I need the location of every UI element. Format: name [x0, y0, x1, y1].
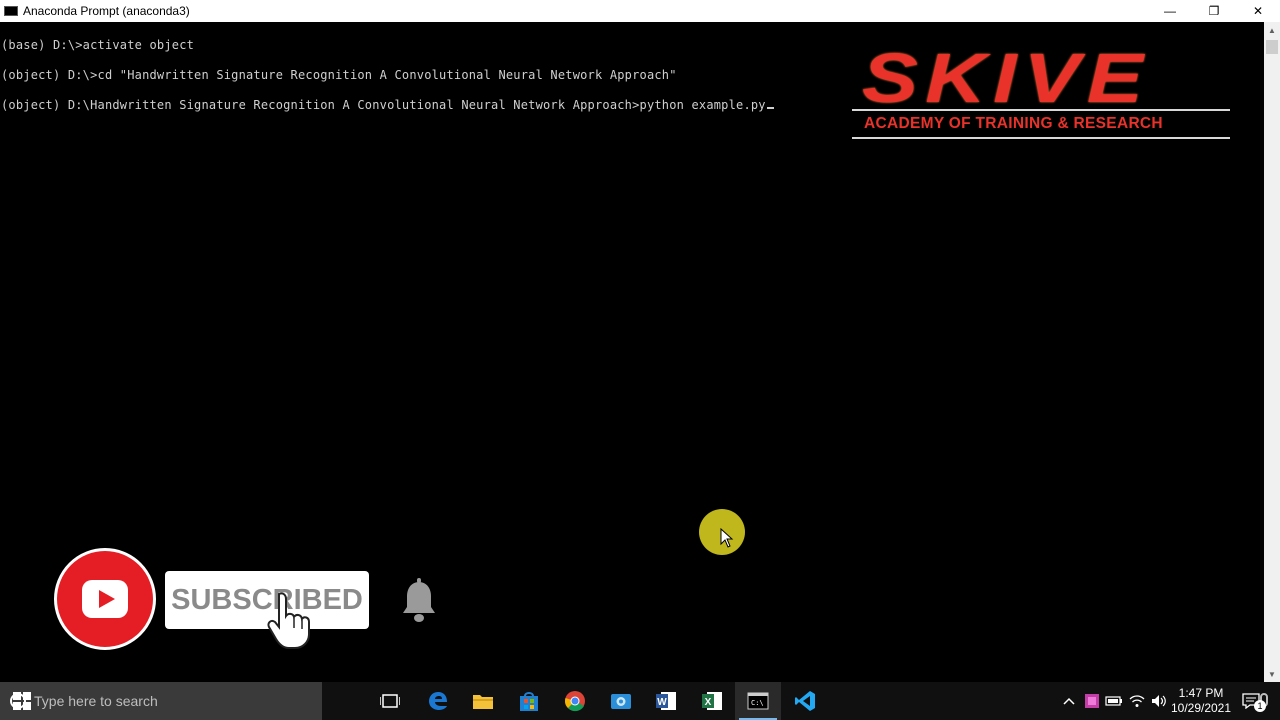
mouse-pointer-icon [720, 528, 734, 548]
minimize-button[interactable]: — [1148, 0, 1192, 22]
clock-date: 10/29/2021 [1170, 701, 1232, 715]
window-title-bar[interactable]: Anaconda Prompt (anaconda3) — ❐ ✕ [0, 0, 1280, 22]
svg-text:X: X [705, 697, 712, 708]
vscode-icon [795, 691, 815, 711]
battery-button[interactable] [1104, 682, 1124, 720]
anaconda-prompt-taskbar-button[interactable]: C:\ [735, 682, 781, 720]
console-line-text: (object) D:\>cd "Handwritten Signature R… [1, 68, 677, 82]
task-view-button[interactable] [367, 682, 413, 720]
skive-logo: SKIVE ACADEMY OF TRAINING & RESEARCH [852, 39, 1230, 140]
file-explorer-button[interactable] [460, 682, 506, 720]
notification-bell-icon[interactable] [400, 578, 438, 624]
action-center-button[interactable]: 1 [1236, 682, 1266, 720]
youtube-logo-icon[interactable] [54, 548, 156, 650]
excel-icon: X [702, 692, 722, 710]
console-app-icon [4, 6, 18, 16]
excel-button[interactable]: X [689, 682, 735, 720]
task-view-icon [380, 694, 400, 708]
word-icon: W [656, 692, 676, 710]
notification-count-badge: 1 [1254, 700, 1266, 712]
pointing-hand-icon [267, 592, 310, 649]
logo-divider [852, 109, 1230, 111]
console-line: (base) D:\>activate object [1, 38, 194, 52]
wifi-icon [1129, 695, 1145, 707]
search-placeholder: Type here to search [34, 693, 158, 709]
svg-text:C:\: C:\ [751, 699, 764, 707]
terminal-icon: C:\ [747, 692, 769, 710]
close-button[interactable]: ✕ [1236, 0, 1280, 22]
battery-plug-icon [1105, 696, 1122, 706]
tray-app-icon [1085, 694, 1099, 708]
chrome-button[interactable] [552, 682, 598, 720]
restore-button[interactable]: ❐ [1192, 0, 1236, 22]
speaker-icon [1152, 695, 1166, 707]
start-button[interactable] [0, 682, 44, 720]
scroll-thumb[interactable] [1266, 40, 1278, 54]
window-title: Anaconda Prompt (anaconda3) [23, 4, 190, 18]
console-line-text: (base) D:\>activate object [1, 38, 195, 52]
taskbar-search-box[interactable]: Type here to search [0, 682, 1268, 720]
logo-divider [852, 137, 1230, 139]
windows-logo-icon [13, 692, 31, 710]
chevron-up-icon [1063, 697, 1075, 705]
console-line-text: (object) D:\Handwritten Signature Recogn… [1, 98, 766, 112]
play-icon [82, 580, 128, 618]
word-button[interactable]: W [643, 682, 689, 720]
console-line: (object) D:\Handwritten Signature Recogn… [1, 98, 774, 112]
show-hidden-icons-button[interactable] [1060, 682, 1078, 720]
edge-button[interactable] [415, 682, 461, 720]
file-explorer-icon [473, 695, 493, 709]
store-icon [520, 692, 538, 711]
clock-time: 1:47 PM [1178, 686, 1224, 700]
camera-app-button[interactable] [598, 682, 644, 720]
vscode-button[interactable] [782, 682, 828, 720]
network-button[interactable] [1127, 682, 1147, 720]
vertical-scrollbar[interactable]: ▲ ▼ [1264, 22, 1280, 682]
clock-button[interactable]: 1:47 PM 10/29/2021 [1170, 682, 1232, 720]
tray-app-button[interactable] [1082, 682, 1102, 720]
windows-taskbar: Type here to search W X C:\ 1:47 PM 10/2… [0, 682, 1280, 720]
scroll-up-arrow-icon[interactable]: ▲ [1264, 22, 1280, 38]
edge-icon [429, 692, 447, 710]
svg-text:W: W [657, 697, 667, 708]
scroll-down-arrow-icon[interactable]: ▼ [1264, 666, 1280, 682]
camera-app-icon [611, 694, 631, 709]
logo-wordmark: SKIVE [862, 39, 1151, 117]
volume-button[interactable] [1149, 682, 1169, 720]
text-cursor [766, 107, 774, 109]
chrome-icon [565, 691, 585, 712]
logo-tagline: ACADEMY OF TRAINING & RESEARCH [864, 115, 1163, 132]
console-line: (object) D:\>cd "Handwritten Signature R… [1, 68, 677, 82]
store-button[interactable] [506, 682, 552, 720]
